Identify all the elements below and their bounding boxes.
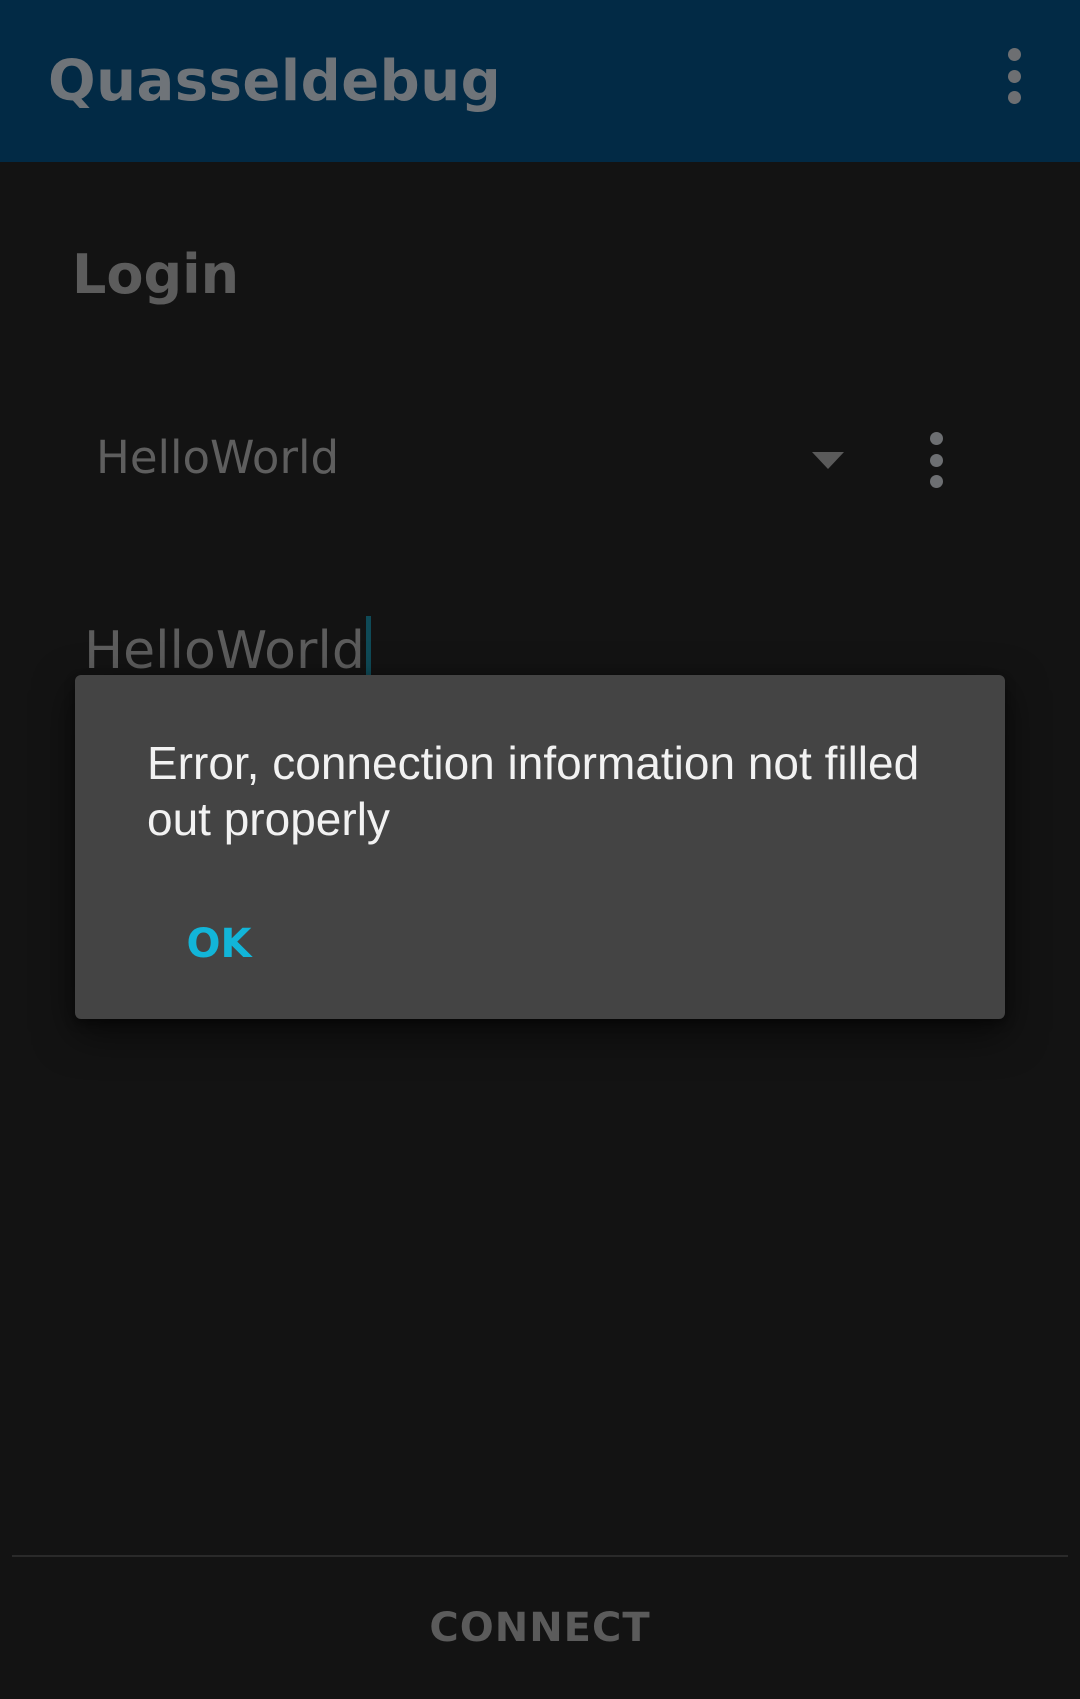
dot	[1007, 69, 1021, 83]
more-vert-icon[interactable]	[999, 48, 1029, 104]
text-cursor	[365, 616, 371, 682]
login-heading: Login	[72, 243, 240, 306]
dot	[1007, 91, 1021, 104]
dialog-ok-button[interactable]: OK	[159, 907, 279, 981]
username-text: HelloWorld	[84, 621, 365, 681]
login-screen: Quasseldebug Login HelloWorld HelloWorld…	[0, 0, 1080, 1699]
more-vert-icon[interactable]	[921, 432, 951, 488]
connect-button[interactable]: CONNECT	[0, 1590, 1080, 1666]
dialog-message: Error, connection information not filled…	[147, 737, 920, 845]
error-dialog: Error, connection information not filled…	[75, 675, 1005, 1019]
bottom-divider	[12, 1555, 1068, 1557]
account-spinner-value: HelloWorld	[96, 431, 340, 484]
app-title: Quasseldebug	[48, 49, 502, 114]
dot	[929, 432, 943, 445]
dropdown-arrow-icon	[812, 452, 844, 469]
dot	[1007, 48, 1021, 61]
dot	[929, 475, 943, 488]
dot	[929, 453, 943, 467]
account-spinner[interactable]: HelloWorld	[90, 420, 890, 500]
app-bar: Quasseldebug	[0, 0, 1080, 162]
